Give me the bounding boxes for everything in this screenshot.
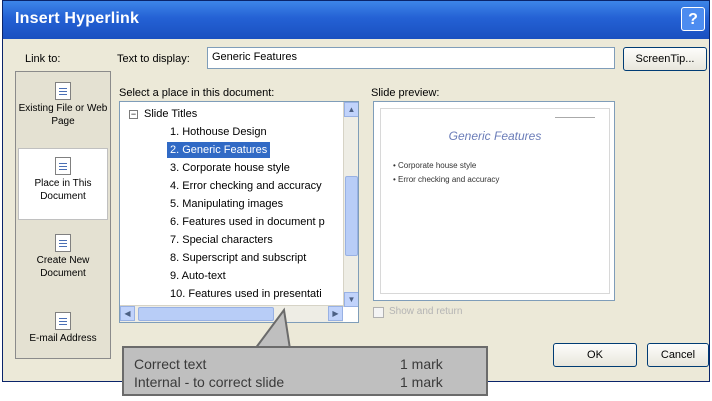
callout-marks: 1 mark [400,356,443,372]
marking-callout: Correct text 1 mark Internal - to correc… [122,346,488,396]
callout-criterion: Correct text [134,356,207,372]
callout-pointer-shape [253,307,292,350]
callout-pointer [253,307,292,350]
callout-criterion: Internal - to correct slide [134,374,285,390]
callout-marks: 1 mark [400,374,443,390]
